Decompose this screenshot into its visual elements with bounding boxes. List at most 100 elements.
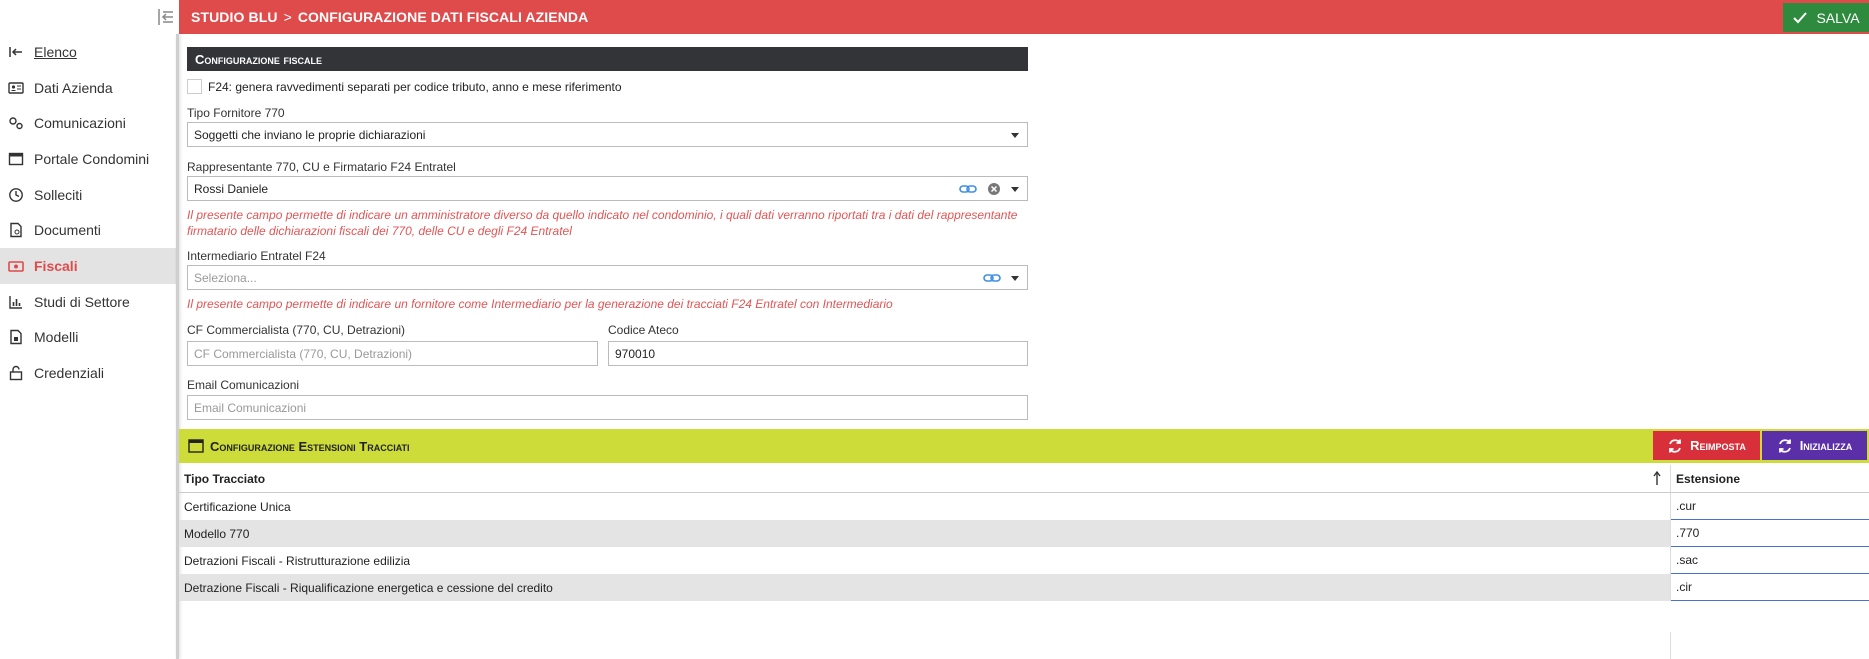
clock-icon xyxy=(8,187,24,203)
extensions-header: Configurazione Estensioni Tracciati xyxy=(179,429,1869,463)
sidebar-item-label: Modelli xyxy=(34,329,79,346)
cell-estensione-input[interactable]: .770 xyxy=(1671,520,1869,547)
codice-ateco-value: 970010 xyxy=(615,346,656,361)
extensions-table: Tipo Tracciato Estensione Certificazione… xyxy=(179,465,1869,601)
sidebar-item-label: Dati Azienda xyxy=(34,79,113,96)
column-header-estensione[interactable]: Estensione xyxy=(1671,465,1869,492)
cf-commercialista-label: CF Commercialista (770, CU, Detrazioni) xyxy=(187,323,406,337)
sidebar-item-label: Elenco xyxy=(34,43,77,60)
inizializza-button[interactable]: Inizializza xyxy=(1762,431,1867,460)
f24-option: F24: genera ravvedimenti separati per co… xyxy=(187,79,622,94)
reimposta-button[interactable]: Reimposta xyxy=(1653,431,1760,460)
sidebar-item-label: Credenziali xyxy=(34,365,105,382)
table-header: Tipo Tracciato Estensione xyxy=(179,465,1869,493)
f24-checkbox[interactable] xyxy=(187,79,202,94)
chevron-down-icon xyxy=(1011,276,1019,281)
save-button[interactable]: SALVA xyxy=(1783,3,1869,32)
sort-ascending-icon[interactable] xyxy=(1652,470,1662,486)
rappresentante-select[interactable]: Rossi Daniele xyxy=(187,176,1028,201)
sidebar-item-solleciti[interactable]: Solleciti xyxy=(0,177,176,213)
rappresentante-label: Rappresentante 770, CU e Firmatario F24 … xyxy=(187,160,456,174)
gears-icon xyxy=(8,115,24,131)
id-card-icon xyxy=(8,80,24,96)
tipo-fornitore-label: Tipo Fornitore 770 xyxy=(187,106,285,120)
inizializza-label: Inizializza xyxy=(1799,438,1853,453)
codice-ateco-label: Codice Ateco xyxy=(608,323,679,337)
collapse-sidebar-icon[interactable] xyxy=(157,7,175,27)
check-icon xyxy=(1793,11,1808,23)
tipo-fornitore-select[interactable]: Soggetti che inviano le proprie dichiara… xyxy=(187,122,1028,147)
refresh-icon xyxy=(1778,438,1791,453)
window-icon xyxy=(8,151,24,167)
bar-chart-icon xyxy=(8,294,24,310)
column-divider xyxy=(1670,632,1671,659)
email-comunicazioni-placeholder: Email Comunicazioni xyxy=(194,400,307,415)
sidebar-item-label: Studi di Settore xyxy=(34,293,130,310)
intermediario-select[interactable]: Seleziona... xyxy=(187,265,1028,290)
money-icon xyxy=(8,258,24,274)
sidebar-item-label: Comunicazioni xyxy=(34,115,126,132)
breadcrumb-separator: > xyxy=(283,9,292,25)
rappresentante-value: Rossi Daniele xyxy=(194,181,269,196)
sidebar: Elenco Dati Azienda Comunicazioni Portal… xyxy=(0,34,176,659)
sidebar-item-studi-di-settore[interactable]: Studi di Settore xyxy=(0,284,176,320)
document-icon xyxy=(8,222,24,238)
codice-ateco-input[interactable]: 970010 xyxy=(608,341,1028,366)
column-header-tipo[interactable]: Tipo Tracciato xyxy=(179,465,1671,492)
table-row[interactable]: Detrazione Fiscali - Riqualificazione en… xyxy=(179,574,1869,601)
cell-tipo: Detrazioni Fiscali - Ristrutturazione ed… xyxy=(179,547,1671,574)
main-content: Configurazione fiscale F24: genera ravve… xyxy=(179,34,1869,659)
extensions-title: Configurazione Estensioni Tracciati xyxy=(210,438,410,454)
column-header-tipo-label: Tipo Tracciato xyxy=(184,471,266,486)
sidebar-item-documenti[interactable]: Documenti xyxy=(0,212,176,248)
sidebar-item-credenziali[interactable]: Credenziali xyxy=(0,355,176,391)
sidebar-item-fiscali[interactable]: Fiscali xyxy=(0,248,176,284)
breadcrumb-root[interactable]: STUDIO BLU xyxy=(191,9,278,25)
chevron-down-icon xyxy=(1011,187,1019,192)
intermediario-hint: Il presente campo permette di indicare u… xyxy=(187,297,893,311)
chevron-down-icon xyxy=(1011,133,1019,138)
email-comunicazioni-label: Email Comunicazioni xyxy=(187,378,300,392)
file-model-icon xyxy=(8,329,24,345)
link-icon[interactable] xyxy=(983,271,1001,285)
tipo-fornitore-value: Soggetti che inviano le proprie dichiara… xyxy=(194,127,426,142)
section-title-fiscale: Configurazione fiscale xyxy=(187,47,1028,71)
page-title: CONFIGURAZIONE DATI FISCALI AZIENDA xyxy=(297,9,589,25)
refresh-icon xyxy=(1669,438,1682,453)
email-comunicazioni-input[interactable]: Email Comunicazioni xyxy=(187,395,1028,420)
cf-commercialista-input[interactable]: CF Commercialista (770, CU, Detrazioni) xyxy=(187,341,598,366)
table-row[interactable]: Modello 770 .770 xyxy=(179,520,1869,547)
cell-tipo: Certificazione Unica xyxy=(179,493,1671,520)
sidebar-item-dati-azienda[interactable]: Dati Azienda xyxy=(0,70,176,106)
lock-icon xyxy=(8,365,24,381)
cell-estensione-input[interactable]: .cur xyxy=(1671,493,1869,520)
intermediario-label: Intermediario Entratel F24 xyxy=(187,249,326,263)
sidebar-item-label: Documenti xyxy=(34,222,101,239)
intermediario-placeholder: Seleziona... xyxy=(194,270,257,285)
back-list-icon xyxy=(8,44,24,60)
f24-checkbox-label: F24: genera ravvedimenti separati per co… xyxy=(208,79,622,94)
table-row[interactable]: Detrazioni Fiscali - Ristrutturazione ed… xyxy=(179,547,1869,574)
cell-estensione-input[interactable]: .cir xyxy=(1671,574,1869,601)
cell-estensione-input[interactable]: .sac xyxy=(1671,547,1869,574)
cell-tipo: Detrazione Fiscali - Riqualificazione en… xyxy=(179,574,1671,601)
reimposta-label: Reimposta xyxy=(1690,438,1746,453)
column-header-estensione-label: Estensione xyxy=(1676,471,1741,486)
table-row[interactable]: Certificazione Unica .cur xyxy=(179,493,1869,520)
sidebar-item-modelli[interactable]: Modelli xyxy=(0,320,176,356)
sidebar-item-label: Solleciti xyxy=(34,186,83,203)
cf-commercialista-placeholder: CF Commercialista (770, CU, Detrazioni) xyxy=(194,346,413,361)
sidebar-item-portale-condomini[interactable]: Portale Condomini xyxy=(0,141,176,177)
clear-icon[interactable] xyxy=(987,182,1001,196)
sidebar-item-elenco[interactable]: Elenco xyxy=(0,34,176,70)
sidebar-item-label: Fiscali xyxy=(34,257,78,274)
breadcrumb: STUDIO BLU > CONFIGURAZIONE DATI FISCALI… xyxy=(179,0,1869,34)
cell-tipo: Modello 770 xyxy=(179,520,1671,547)
link-icon[interactable] xyxy=(959,182,977,196)
top-bar: STUDIO BLU > CONFIGURAZIONE DATI FISCALI… xyxy=(0,0,1869,34)
sidebar-item-label: Portale Condomini xyxy=(34,150,150,167)
sidebar-item-comunicazioni[interactable]: Comunicazioni xyxy=(0,105,176,141)
save-button-label: SALVA xyxy=(1816,9,1860,26)
window-icon xyxy=(188,439,204,453)
rappresentante-hint: Il presente campo permette di indicare u… xyxy=(187,208,1018,238)
